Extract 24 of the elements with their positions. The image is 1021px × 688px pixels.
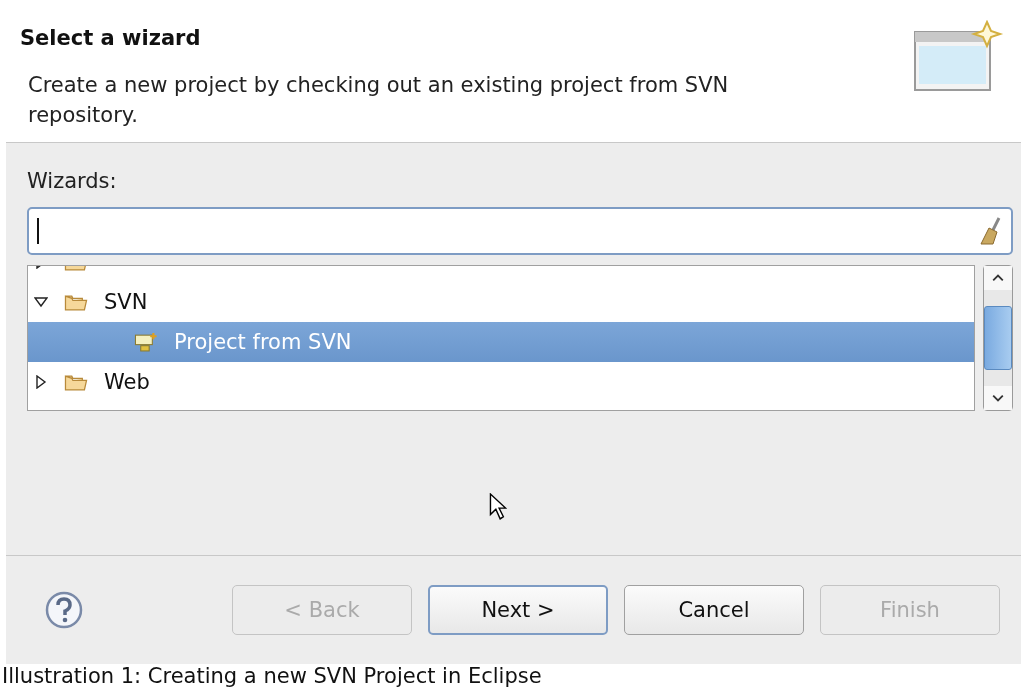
mouse-pointer-icon xyxy=(489,493,507,521)
chevron-up-icon xyxy=(992,274,1004,282)
dialog-button[interactable]: Next > xyxy=(428,585,608,635)
scroll-up-button[interactable] xyxy=(984,266,1012,290)
tree-item-label: SVN xyxy=(104,290,148,314)
scroll-thumb[interactable] xyxy=(984,306,1012,370)
tree-item[interactable]: Web xyxy=(28,362,974,402)
svn-project-icon xyxy=(134,332,158,352)
tree-item-label: Project from SVN xyxy=(174,330,352,354)
filter-field[interactable] xyxy=(27,207,1013,255)
wizard-description: Create a new project by checking out an existing project from SVN repository. xyxy=(28,72,730,129)
broom-icon[interactable] xyxy=(979,216,1003,246)
collapse-arrow-icon[interactable] xyxy=(34,295,48,309)
text-cursor xyxy=(37,218,39,244)
tree-item-label: Web xyxy=(104,370,150,394)
tree-item[interactable]: SVN xyxy=(28,282,974,322)
chevron-down-icon xyxy=(992,394,1004,402)
wizard-title: Select a wizard xyxy=(20,26,202,50)
dialog-button[interactable]: Cancel xyxy=(624,585,804,635)
help-icon[interactable] xyxy=(44,590,84,630)
scrollbar[interactable] xyxy=(983,265,1013,411)
expand-arrow-icon[interactable] xyxy=(34,375,48,389)
scroll-down-button[interactable] xyxy=(984,386,1012,410)
wizards-label: Wizards: xyxy=(27,169,118,195)
